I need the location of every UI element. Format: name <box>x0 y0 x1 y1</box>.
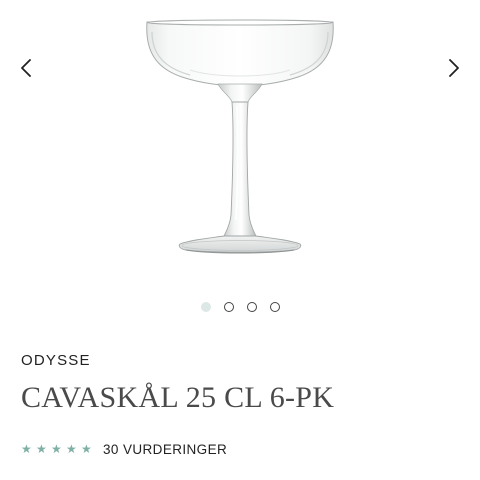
chevron-left-icon <box>21 59 31 77</box>
pagination-dot-3[interactable] <box>247 302 257 312</box>
star-icon: ★ <box>81 442 92 456</box>
pagination-dot-4[interactable] <box>270 302 280 312</box>
previous-image-button[interactable] <box>14 56 38 80</box>
product-image-coupe-glass <box>146 19 334 254</box>
pagination-dot-1[interactable] <box>201 302 211 312</box>
rating-stars: ★ ★ ★ ★ ★ <box>21 443 96 455</box>
star-icon: ★ <box>36 442 47 456</box>
product-gallery <box>0 0 480 290</box>
reviews-count-link[interactable]: 30 VURDERINGER <box>103 442 227 457</box>
star-icon: ★ <box>51 442 62 456</box>
gallery-pagination <box>0 302 480 314</box>
next-image-button[interactable] <box>442 56 466 80</box>
star-icon: ★ <box>66 442 77 456</box>
product-title: CAVASKÅL 25 CL 6-PK <box>21 381 335 414</box>
product-brand[interactable]: ODYSSE <box>21 352 91 369</box>
product-rating[interactable]: ★ ★ ★ ★ ★ 30 VURDERINGER <box>21 440 227 458</box>
chevron-right-icon <box>449 59 459 77</box>
pagination-dot-2[interactable] <box>224 302 234 312</box>
star-icon: ★ <box>21 442 32 456</box>
